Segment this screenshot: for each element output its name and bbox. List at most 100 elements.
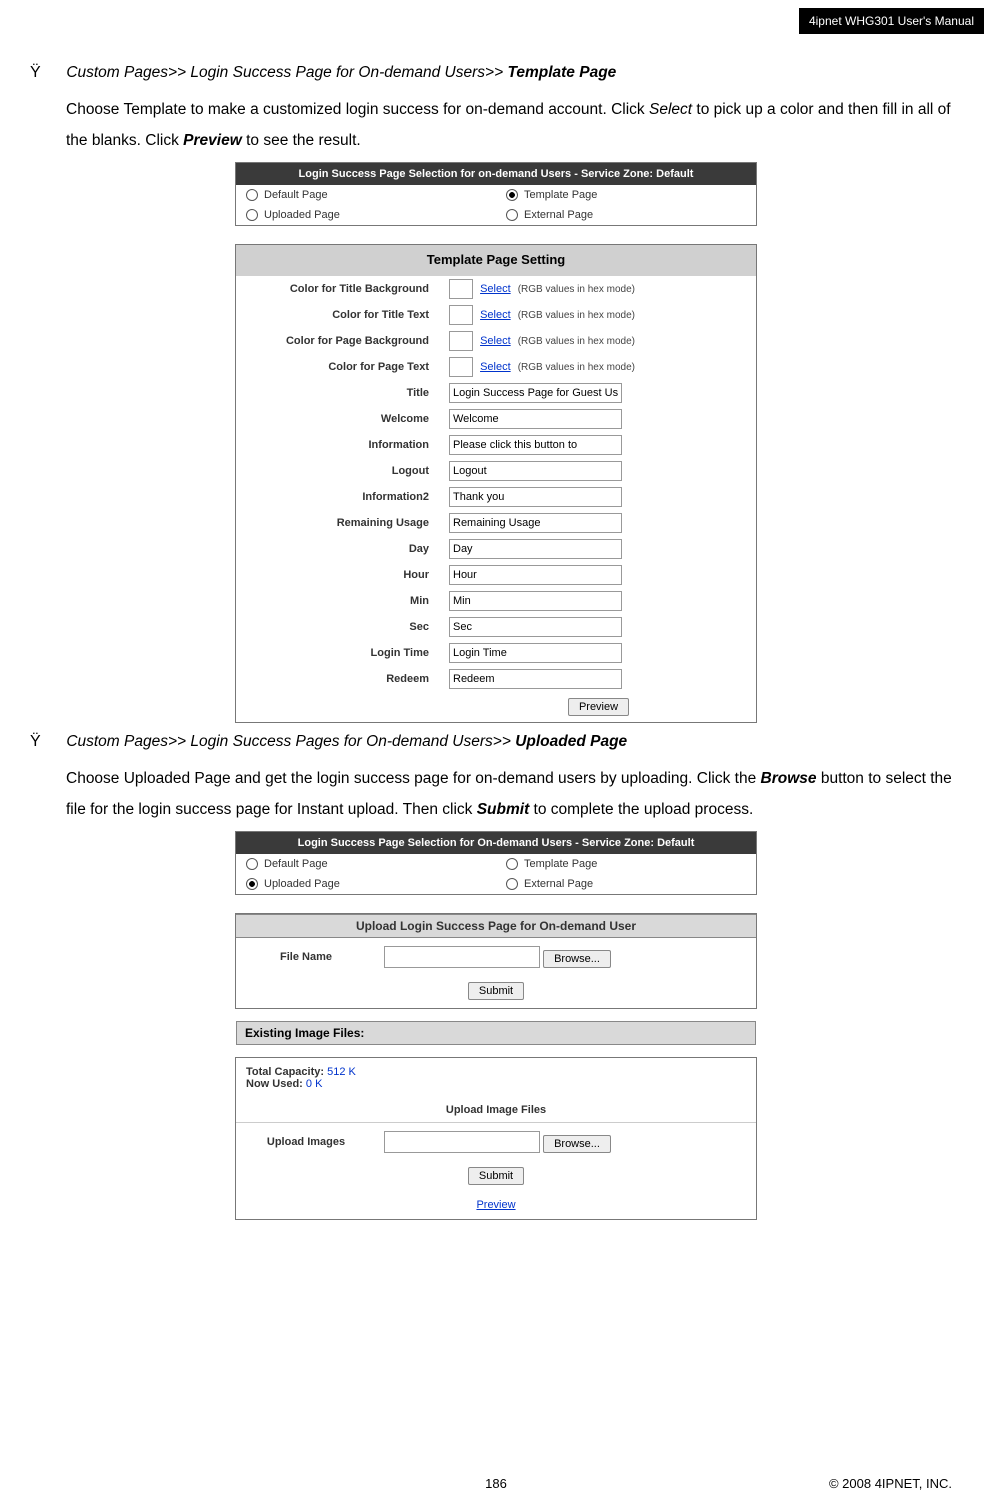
row-label: Title (236, 380, 441, 406)
row-label: Color for Title Text (236, 302, 441, 328)
bullet-icon: Ÿ (30, 733, 44, 751)
radio-default-page[interactable]: Default Page (236, 185, 496, 205)
radio-icon (246, 189, 258, 201)
row-label: Login Time (236, 640, 441, 666)
radio-icon (506, 858, 518, 870)
submit-button[interactable]: Submit (468, 982, 524, 1000)
radio-icon (246, 878, 258, 890)
total-capacity: Total Capacity: 512 K (246, 1066, 746, 1078)
page-number: 186 (0, 1476, 992, 1491)
hex-note: (RGB values in hex mode) (518, 310, 635, 321)
radio-default-page[interactable]: Default Page (236, 854, 496, 874)
hex-note: (RGB values in hex mode) (518, 362, 635, 373)
information2-input[interactable] (449, 487, 622, 507)
para-text: to complete the upload process. (529, 801, 753, 818)
login-time-input[interactable] (449, 643, 622, 663)
upload-images-label: Upload Images (238, 1125, 374, 1159)
row-label: Information (236, 432, 441, 458)
radio-external-page[interactable]: External Page (496, 205, 756, 225)
section2-breadcrumb: Ÿ Custom Pages>> Login Success Pages for… (30, 733, 962, 751)
para-text: Choose Uploaded Page and get the login s… (66, 770, 761, 787)
radio-icon (506, 209, 518, 221)
radio-label: Template Page (524, 189, 597, 201)
radio-uploaded-page[interactable]: Uploaded Page (236, 205, 496, 225)
row-label: Hour (236, 562, 441, 588)
bullet-icon: Ÿ (30, 64, 44, 82)
fig2-panelB-title: Upload Login Success Page for On-demand … (236, 914, 756, 938)
preview-word: Preview (183, 132, 242, 149)
header-title: 4ipnet WHG301 User's Manual (799, 8, 984, 34)
select-link[interactable]: Select (480, 335, 511, 347)
section2-paragraph: Choose Uploaded Page and get the login s… (66, 763, 962, 825)
radio-label: Uploaded Page (264, 878, 340, 890)
upload-images-input[interactable] (384, 1131, 540, 1153)
fig2-upload-panel: Upload Login Success Page for On-demand … (235, 913, 757, 1009)
row-label: Min (236, 588, 441, 614)
fig2-panelA-title: Login Success Page Selection for On-dema… (236, 832, 756, 854)
row-label: Color for Page Background (236, 328, 441, 354)
submit-button[interactable]: Submit (468, 1167, 524, 1185)
radio-label: Default Page (264, 189, 328, 201)
select-link[interactable]: Select (480, 283, 511, 295)
min-input[interactable] (449, 591, 622, 611)
now-used-label: Now Used: (246, 1078, 306, 1090)
hex-note: (RGB values in hex mode) (518, 284, 635, 295)
radio-template-page[interactable]: Template Page (496, 854, 756, 874)
preview-link[interactable]: Preview (476, 1199, 515, 1211)
redeem-input[interactable] (449, 669, 622, 689)
hex-note: (RGB values in hex mode) (518, 336, 635, 347)
hour-input[interactable] (449, 565, 622, 585)
radio-uploaded-page[interactable]: Uploaded Page (236, 874, 496, 894)
para-text: Choose Template to make a customized log… (66, 101, 649, 118)
breadcrumb-emph: Template Page (507, 64, 616, 81)
sec-input[interactable] (449, 617, 622, 637)
select-link[interactable]: Select (480, 309, 511, 321)
now-used: Now Used: 0 K (246, 1078, 746, 1090)
remaining-usage-input[interactable] (449, 513, 622, 533)
radio-icon (246, 858, 258, 870)
row-label: Remaining Usage (236, 510, 441, 536)
breadcrumb-prefix: Custom Pages>> Login Success Page for On… (66, 64, 507, 81)
radio-label: Default Page (264, 858, 328, 870)
fig1-selection-panel: Login Success Page Selection for on-dema… (235, 162, 757, 226)
browse-button[interactable]: Browse... (543, 1135, 611, 1153)
row-label: Information2 (236, 484, 441, 510)
title-input[interactable] (449, 383, 622, 403)
color-swatch[interactable] (449, 357, 473, 377)
breadcrumb-emph: Uploaded Page (515, 733, 627, 750)
radio-template-page[interactable]: Template Page (496, 185, 756, 205)
radio-label: External Page (524, 878, 593, 890)
now-used-value: 0 K (306, 1078, 323, 1090)
submit-word: Submit (477, 801, 530, 818)
select-word: Select (649, 101, 692, 118)
preview-button[interactable]: Preview (568, 698, 629, 716)
fig1-template-panel: Template Page Setting Color for Title Ba… (235, 244, 757, 723)
total-capacity-value: 512 K (327, 1066, 356, 1078)
breadcrumb-prefix: Custom Pages>> Login Success Pages for O… (66, 733, 515, 750)
radio-label: External Page (524, 209, 593, 221)
browse-button[interactable]: Browse... (543, 950, 611, 968)
information-input[interactable] (449, 435, 622, 455)
radio-icon (506, 878, 518, 890)
fig2-selection-panel: Login Success Page Selection for On-dema… (235, 831, 757, 895)
color-swatch[interactable] (449, 279, 473, 299)
day-input[interactable] (449, 539, 622, 559)
color-swatch[interactable] (449, 305, 473, 325)
row-label: Welcome (236, 406, 441, 432)
section1-paragraph: Choose Template to make a customized log… (66, 94, 962, 156)
radio-label: Template Page (524, 858, 597, 870)
welcome-input[interactable] (449, 409, 622, 429)
row-label: Logout (236, 458, 441, 484)
row-label: Sec (236, 614, 441, 640)
select-link[interactable]: Select (480, 361, 511, 373)
row-label: Day (236, 536, 441, 562)
fig1-panelB-title: Template Page Setting (236, 245, 756, 276)
radio-external-page[interactable]: External Page (496, 874, 756, 894)
color-swatch[interactable] (449, 331, 473, 351)
radio-label: Uploaded Page (264, 209, 340, 221)
file-name-input[interactable] (384, 946, 540, 968)
radio-icon (246, 209, 258, 221)
total-capacity-label: Total Capacity: (246, 1066, 327, 1078)
logout-input[interactable] (449, 461, 622, 481)
existing-image-files-bar: Existing Image Files: (236, 1021, 756, 1045)
